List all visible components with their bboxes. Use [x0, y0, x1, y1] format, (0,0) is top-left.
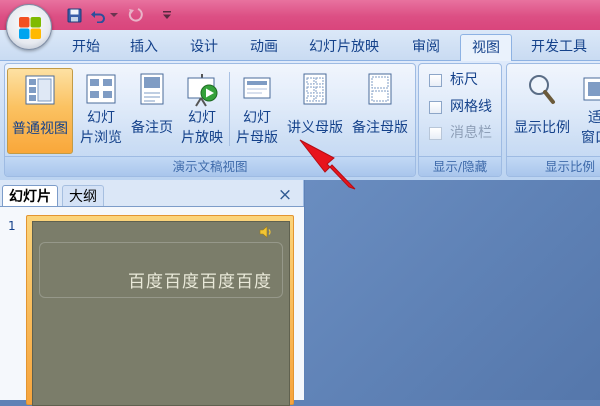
normal-view-button[interactable]: 普通视图: [7, 68, 73, 154]
gridlines-label: 网格线: [450, 99, 492, 115]
magnifier-icon: [529, 75, 555, 104]
office-button[interactable]: [6, 4, 52, 50]
ribbon-tab-bar: 开始 插入 设计 动画 幻灯片放映 审阅 视图 开发工具: [0, 30, 600, 62]
ruler-label: 标尺: [450, 72, 478, 88]
close-pane-icon[interactable]: ×: [276, 186, 294, 204]
tab-home[interactable]: 开始: [62, 34, 110, 60]
slide-sorter-label-2: 片浏览: [80, 130, 122, 146]
slide-editing-area[interactable]: [305, 180, 600, 400]
group-separator: [229, 72, 230, 146]
tab-slides[interactable]: 幻灯片: [2, 185, 58, 207]
fit-to-window-button[interactable]: 适 窗口: [577, 68, 600, 154]
tab-slideshow[interactable]: 幻灯片放映: [300, 34, 388, 60]
gridlines-checkbox-box[interactable]: [429, 101, 442, 114]
notes-page-icon: [140, 73, 164, 105]
tab-animations[interactable]: 动画: [240, 34, 288, 60]
slides-outline-pane: 幻灯片 大纲 × 1 百度百度百度百度: [0, 180, 304, 406]
slide-number: 1: [8, 219, 16, 233]
message-bar-checkbox-box: [429, 127, 442, 140]
notes-master-button[interactable]: 备注母版: [347, 68, 413, 154]
notes-master-label: 备注母版: [352, 120, 408, 136]
slide-master-label-2: 片母版: [236, 130, 278, 146]
tab-insert[interactable]: 插入: [120, 34, 168, 60]
ribbon: 普通视图 幻灯 片浏览 备注页 幻灯 片放映 幻灯 片母版 讲义母版 备注母版 …: [0, 61, 600, 180]
slideshow-icon: [187, 74, 218, 107]
tab-view[interactable]: 视图: [460, 34, 512, 62]
title-bar: [0, 0, 600, 30]
save-icon[interactable]: [64, 6, 84, 24]
slide-master-button[interactable]: 幻灯 片母版: [233, 68, 281, 154]
slide-thumbnails-area: 1 百度百度百度百度: [0, 206, 304, 406]
show-hide-group: 标尺 网格线 消息栏 显示/隐藏: [418, 63, 502, 177]
redo-icon[interactable]: [125, 6, 145, 24]
zoom-button[interactable]: 显示比例: [509, 68, 575, 154]
zoom-label: 显示比例: [514, 120, 570, 136]
normal-view-icon: [25, 75, 55, 105]
pane-tabs: 幻灯片 大纲 ×: [0, 182, 300, 208]
notes-page-button[interactable]: 备注页: [125, 68, 179, 154]
slide-master-icon: [243, 77, 271, 99]
slideshow-label-1: 幻灯: [188, 110, 216, 126]
zoom-group-label: 显示比例: [507, 156, 600, 176]
undo-icon[interactable]: [88, 6, 108, 24]
presentation-views-group: 普通视图 幻灯 片浏览 备注页 幻灯 片放映 幻灯 片母版 讲义母版 备注母版 …: [4, 63, 416, 177]
handout-master-button[interactable]: 讲义母版: [283, 68, 347, 154]
office-logo-icon: [19, 17, 41, 39]
slide-sorter-label-1: 幻灯: [87, 110, 115, 126]
ruler-checkbox-box[interactable]: [429, 74, 442, 87]
slide-sorter-button[interactable]: 幻灯 片浏览: [77, 68, 125, 154]
handout-master-label: 讲义母版: [287, 120, 343, 136]
sound-icon: [259, 225, 271, 239]
slide-title-text: 百度百度百度百度: [128, 272, 272, 292]
tab-developer[interactable]: 开发工具: [522, 34, 596, 60]
tab-review[interactable]: 审阅: [400, 34, 452, 60]
zoom-group: 显示比例 适 窗口 显示比例: [506, 63, 600, 177]
slide-title-placeholder: 百度百度百度百度: [39, 242, 283, 298]
slideshow-button[interactable]: 幻灯 片放映: [177, 68, 227, 154]
slide-thumbnail-selection[interactable]: 百度百度百度百度: [26, 215, 294, 406]
tab-design[interactable]: 设计: [180, 34, 228, 60]
customize-qat-icon[interactable]: [160, 6, 174, 24]
normal-view-label: 普通视图: [12, 121, 68, 137]
notes-master-icon: [368, 73, 392, 105]
slide-master-label-1: 幻灯: [243, 110, 271, 126]
slide-thumbnail[interactable]: 百度百度百度百度: [32, 221, 290, 406]
presentation-views-group-label: 演示文稿视图: [5, 156, 415, 176]
fit-window-icon: [583, 77, 600, 101]
message-bar-label: 消息栏: [450, 125, 492, 141]
fit-window-label-2: 窗口: [581, 130, 600, 146]
fit-window-label-1: 适: [588, 110, 600, 126]
handout-master-icon: [303, 73, 327, 105]
tab-outline[interactable]: 大纲: [62, 185, 104, 207]
slideshow-label-2: 片放映: [181, 130, 223, 146]
undo-dropdown-icon[interactable]: [108, 6, 120, 24]
notes-page-label: 备注页: [131, 120, 173, 136]
show-hide-group-label: 显示/隐藏: [419, 156, 501, 176]
slide-sorter-icon: [86, 74, 116, 104]
